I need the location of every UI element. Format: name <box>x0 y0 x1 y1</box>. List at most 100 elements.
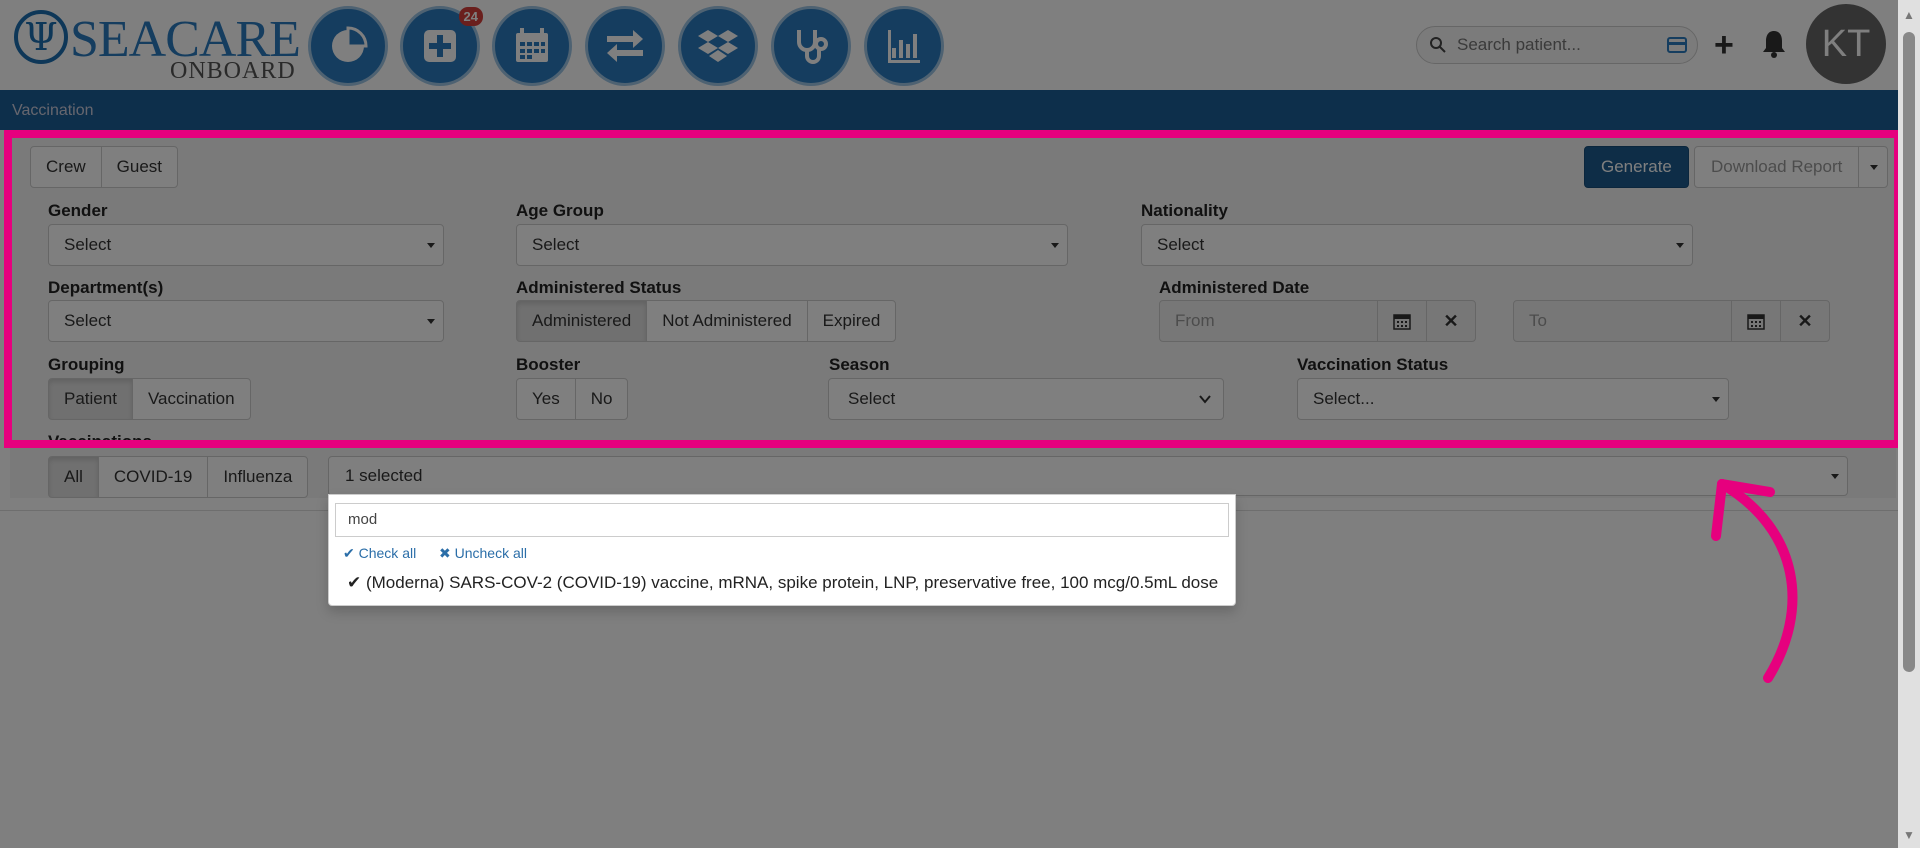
scroll-down-icon[interactable]: ▼ <box>1903 828 1915 842</box>
download-report-group: Download Report <box>1694 146 1889 188</box>
caret-down-icon <box>1831 474 1839 479</box>
gender-label: Gender <box>48 201 108 220</box>
departments-select[interactable]: Select <box>48 300 444 342</box>
dropbox-icon <box>698 30 738 62</box>
booster-no-button[interactable]: No <box>574 378 629 420</box>
season-select[interactable]: Select <box>828 378 1224 420</box>
check-all-label: Check all <box>358 545 417 561</box>
age-group-select[interactable]: Select <box>516 224 1068 266</box>
guest-button[interactable]: Guest <box>100 146 179 188</box>
vaccination-all-button[interactable]: All <box>48 456 99 498</box>
reports-button[interactable] <box>864 6 944 86</box>
caret-down-icon <box>427 243 435 248</box>
group-by-patient-button[interactable]: Patient <box>48 378 133 420</box>
scrollbar-thumb[interactable] <box>1903 32 1915 672</box>
booster-toggle: Yes No <box>516 378 629 420</box>
vertical-scrollbar[interactable]: ▲ ▼ <box>1898 0 1920 848</box>
notification-badge: 24 <box>458 7 483 26</box>
date-from-group: From ✕ <box>1159 300 1476 342</box>
expired-button[interactable]: Expired <box>806 300 897 342</box>
calendar-icon <box>1393 314 1411 330</box>
date-to-clear-button[interactable]: ✕ <box>1780 300 1830 342</box>
vaccinations-dropdown-menu: mod ✔ Check all ✖ Uncheck all ✔ (Moderna… <box>328 494 1236 606</box>
dropbox-button[interactable] <box>678 6 758 86</box>
departments-label: Department(s) <box>48 278 164 297</box>
bell-icon[interactable] <box>1760 28 1788 60</box>
vaccine-option-moderna[interactable]: ✔ (Moderna) SARS-COV-2 (COVID-19) vaccin… <box>347 573 1218 593</box>
date-to-calendar-button[interactable] <box>1731 300 1781 342</box>
close-icon: ✕ <box>1797 310 1813 331</box>
transfer-button[interactable] <box>585 6 665 86</box>
season-label: Season <box>829 355 890 374</box>
user-avatar[interactable]: KT <box>1806 4 1886 84</box>
dropdown-filter-input[interactable]: mod <box>335 503 1229 537</box>
generate-button[interactable]: Generate <box>1584 146 1689 188</box>
administered-button[interactable]: Administered <box>516 300 648 342</box>
id-card-icon[interactable] <box>1667 37 1687 53</box>
vaccination-covid-button[interactable]: COVID-19 <box>97 456 209 498</box>
add-icon[interactable]: + <box>1714 28 1734 62</box>
crew-button[interactable]: Crew <box>30 146 102 188</box>
page-title: Vaccination <box>0 90 1898 130</box>
dashboard-button[interactable] <box>308 6 388 86</box>
trident-icon: Ψ <box>14 10 68 64</box>
gender-select[interactable]: Select <box>48 224 444 266</box>
departments-select-value: Select <box>64 311 112 330</box>
caret-down-icon <box>1712 397 1720 402</box>
grouping-label: Grouping <box>48 355 125 374</box>
uncheck-all-label: Uncheck all <box>454 545 527 561</box>
vaccine-option-label: (Moderna) SARS-COV-2 (COVID-19) vaccine,… <box>365 573 1219 592</box>
gender-select-value: Select <box>64 235 112 254</box>
chevron-down-icon <box>1199 395 1211 404</box>
date-from-calendar-button[interactable] <box>1377 300 1427 342</box>
administered-status-label: Administered Status <box>516 278 682 297</box>
vaccinations-multiselect[interactable]: 1 selected <box>328 456 1848 496</box>
vaccination-influenza-button[interactable]: Influenza <box>207 456 309 498</box>
date-to-input[interactable]: To <box>1513 300 1732 342</box>
patient-type-toggle: Crew Guest <box>30 146 179 188</box>
pie-chart-icon <box>332 26 368 62</box>
vaccination-status-select-value: Select... <box>1313 389 1375 408</box>
booster-label: Booster <box>516 355 581 374</box>
calendar-icon <box>1747 314 1765 330</box>
patient-search[interactable] <box>1416 26 1698 64</box>
medical-exam-button[interactable] <box>771 6 851 86</box>
close-icon: ✕ <box>1443 310 1459 331</box>
grouping-toggle: Patient Vaccination <box>48 378 251 420</box>
vaccination-status-label: Vaccination Status <box>1297 355 1449 374</box>
filter-panel: Crew Guest Generate Download Report Gend… <box>10 130 1896 498</box>
vaccination-type-toggle: All COVID-19 Influenza <box>48 456 309 498</box>
caret-down-icon <box>1870 165 1879 170</box>
scroll-up-icon[interactable]: ▲ <box>1903 8 1915 22</box>
caret-down-icon <box>427 319 435 324</box>
medical-records-button[interactable]: 24 <box>400 6 483 86</box>
medical-cross-icon <box>424 30 456 62</box>
administered-status-toggle: Administered Not Administered Expired <box>516 300 897 342</box>
bar-chart-icon <box>888 30 920 63</box>
download-options-toggle[interactable] <box>1858 146 1889 188</box>
nationality-select[interactable]: Select <box>1141 224 1693 266</box>
caret-down-icon <box>1051 243 1059 248</box>
search-icon <box>1430 37 1446 53</box>
date-from-input[interactable]: From <box>1159 300 1378 342</box>
vaccination-status-select[interactable]: Select... <box>1297 378 1729 420</box>
group-by-vaccination-button[interactable]: Vaccination <box>131 378 251 420</box>
booster-yes-button[interactable]: Yes <box>516 378 576 420</box>
check-all-link[interactable]: ✔ Check all <box>343 545 416 562</box>
age-group-select-value: Select <box>532 235 580 254</box>
uncheck-all-link[interactable]: ✖ Uncheck all <box>439 545 527 562</box>
download-report-button[interactable]: Download Report <box>1694 146 1860 188</box>
administered-date-label: Administered Date <box>1159 278 1310 297</box>
age-group-label: Age Group <box>516 201 604 220</box>
multiselect-value: 1 selected <box>345 466 423 485</box>
date-to-group: To ✕ <box>1513 300 1830 342</box>
vaccinations-label: Vaccinations <box>48 432 152 451</box>
seacare-logo[interactable]: Ψ SEACARE ONBOARD <box>14 8 301 84</box>
not-administered-button[interactable]: Not Administered <box>646 300 808 342</box>
calendar-icon <box>516 28 548 62</box>
date-from-clear-button[interactable]: ✕ <box>1426 300 1476 342</box>
calendar-button[interactable] <box>492 6 572 86</box>
season-select-value: Select <box>848 389 896 408</box>
top-navbar: Ψ SEACARE ONBOARD 24 + KT <box>0 0 1920 90</box>
search-input[interactable] <box>1457 33 1657 57</box>
